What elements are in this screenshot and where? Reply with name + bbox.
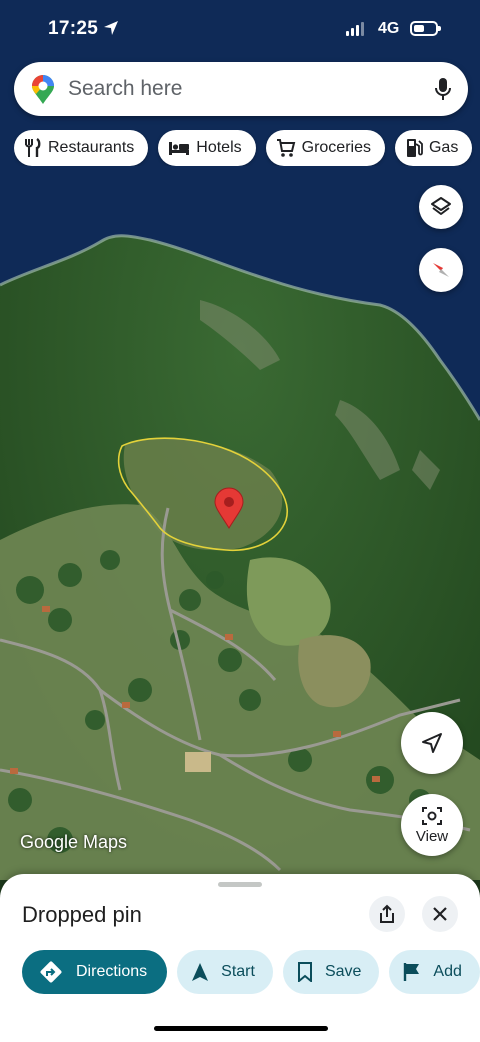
directions-button[interactable]: Directions <box>22 950 168 994</box>
action-label: Directions <box>76 963 148 980</box>
place-title: Dropped pin <box>22 902 142 927</box>
clearing <box>185 752 211 772</box>
layers-button[interactable] <box>419 185 463 229</box>
street-view-button[interactable]: View <box>401 794 463 856</box>
action-label: Add <box>433 963 462 980</box>
start-button[interactable]: Start <box>177 950 273 994</box>
sheet-drag-handle[interactable] <box>218 882 262 887</box>
status-bar: 17:25 4G <box>0 14 480 44</box>
location-arrow-icon <box>104 21 118 35</box>
chip-label: Restaurants <box>48 139 135 156</box>
google-maps-pin-icon <box>32 75 54 104</box>
category-chips: Restaurants Hotels Groceries Gas <box>14 130 480 166</box>
action-label: Save <box>324 963 362 980</box>
add-label-button[interactable]: Add <box>389 950 480 994</box>
action-buttons: Directions Start Save Add <box>22 950 480 994</box>
search-bar[interactable]: Search here <box>14 62 468 116</box>
navigation-arrow-icon <box>192 963 209 981</box>
home-indicator[interactable] <box>154 1026 328 1031</box>
save-button[interactable]: Save <box>282 950 380 994</box>
microphone-icon[interactable] <box>434 77 452 101</box>
layers-icon <box>431 197 451 215</box>
fork-knife-icon <box>25 138 41 157</box>
my-location-button[interactable] <box>401 712 463 774</box>
close-icon <box>433 907 447 921</box>
chip-gas[interactable]: Gas <box>394 130 473 166</box>
place-sheet: Dropped pin Directions Start Save Add <box>0 874 480 1042</box>
signal-icon <box>346 22 364 36</box>
navigation-arrow-icon <box>422 733 442 753</box>
status-time: 17:25 <box>48 18 99 39</box>
view-label: View <box>415 827 449 845</box>
battery-level <box>414 25 424 32</box>
compass-button[interactable] <box>419 248 463 292</box>
network-type: 4G <box>378 20 400 37</box>
fuel-pump-icon <box>406 139 423 157</box>
close-button[interactable] <box>422 896 458 932</box>
maps-screen: 17:25 4G Search here Restaurants Hotels <box>0 0 480 1042</box>
chip-label: Groceries <box>301 139 371 156</box>
search-input[interactable]: Search here <box>68 77 182 101</box>
share-button[interactable] <box>369 896 405 932</box>
google-maps-watermark: Google Maps <box>20 832 128 852</box>
action-label: Start <box>221 963 255 980</box>
compass-icon <box>433 263 449 277</box>
battery-icon <box>410 21 441 36</box>
bookmark-icon <box>297 962 312 982</box>
flag-icon <box>404 963 420 981</box>
chip-label: Gas <box>428 139 459 156</box>
chip-restaurants[interactable]: Restaurants <box>14 130 149 166</box>
chip-hotels[interactable]: Hotels <box>158 130 256 166</box>
chip-label: Hotels <box>196 139 242 156</box>
bed-icon <box>169 142 190 155</box>
cart-icon <box>276 139 295 157</box>
chip-groceries[interactable]: Groceries <box>265 130 385 166</box>
directions-icon <box>40 961 62 983</box>
share-icon <box>380 904 394 923</box>
view-camera-icon <box>422 806 442 825</box>
